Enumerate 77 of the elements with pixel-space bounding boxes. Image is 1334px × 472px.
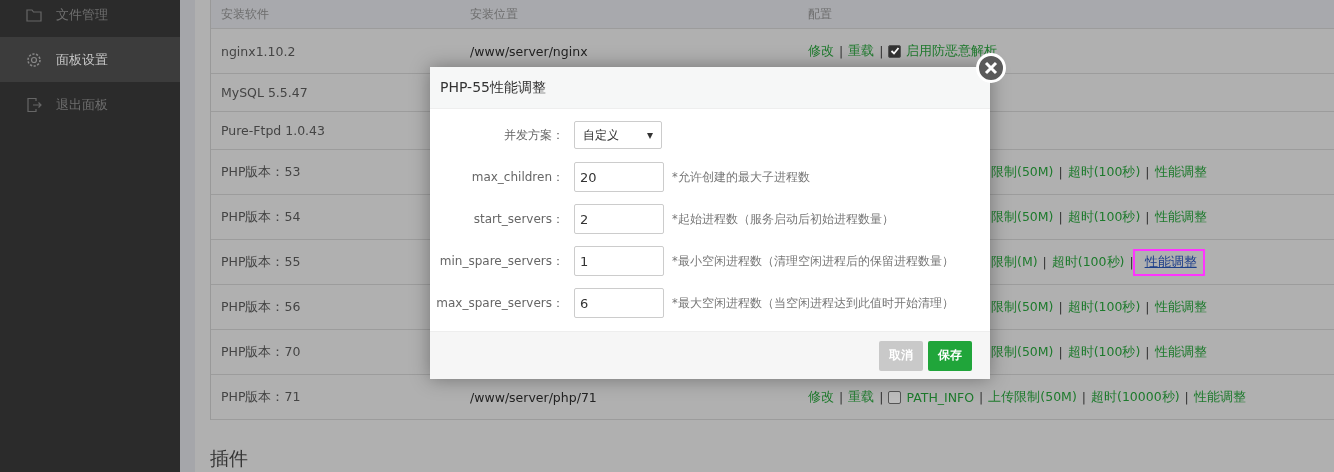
- field-hint: *允许创建的最大子进程数: [672, 169, 810, 185]
- table-cell: PHP版本：54: [221, 208, 301, 224]
- action-link[interactable]: 性能调整: [1193, 388, 1246, 406]
- field-hint: *起始进程数（服务启动后初始进程数量）: [672, 211, 894, 227]
- action-link[interactable]: 限制(M): [991, 253, 1038, 271]
- separator: |: [1184, 389, 1189, 405]
- table-cell: /www/server/php/71: [470, 389, 597, 405]
- action-link[interactable]: 超时(100秒): [1067, 163, 1141, 181]
- action-link[interactable]: 超时(100秒): [1051, 253, 1125, 271]
- action-link[interactable]: 上传限制(50M): [988, 388, 1077, 406]
- separator: |: [1145, 344, 1150, 360]
- action-link[interactable]: 重载: [848, 388, 875, 406]
- sidebar-item[interactable]: 面板设置: [0, 37, 180, 82]
- action-link[interactable]: 性能调整: [1154, 298, 1207, 316]
- action-link[interactable]: 修改: [808, 42, 834, 60]
- table-cell: nginx1.10.2: [221, 43, 296, 59]
- separator: |: [979, 389, 984, 405]
- sidebar-item[interactable]: 文件管理: [0, 0, 180, 37]
- action-link[interactable]: 重载: [848, 42, 875, 60]
- separator: |: [1042, 254, 1047, 270]
- separator: |: [1058, 164, 1063, 180]
- separator: |: [879, 389, 884, 405]
- select-field[interactable]: 自定义 ▾: [574, 121, 662, 149]
- table-cell: PHP版本：70: [221, 343, 301, 359]
- separator: |: [1058, 344, 1063, 360]
- action-link[interactable]: 性能调整: [1144, 253, 1197, 269]
- table-cell: PHP版本：55: [221, 253, 301, 269]
- action-link[interactable]: 超时(100秒): [1067, 208, 1141, 226]
- action-link[interactable]: 限制(50M): [991, 298, 1054, 316]
- action-link[interactable]: 超时(100秒): [1067, 343, 1141, 361]
- separator: |: [839, 43, 844, 59]
- field-hint: *最小空闲进程数（清理空闲进程后的保留进程数量）: [672, 253, 954, 269]
- checkbox[interactable]: [888, 390, 902, 404]
- action-link[interactable]: 限制(50M): [991, 343, 1054, 361]
- gear-icon: [26, 51, 42, 68]
- table-cell: PHP版本：71: [221, 388, 301, 404]
- input-field[interactable]: 6: [574, 288, 664, 318]
- field-label: max_children：: [470, 168, 564, 186]
- input-field[interactable]: 20: [574, 162, 664, 192]
- table-cell: PHP版本：56: [221, 298, 301, 314]
- save-button[interactable]: 保存: [928, 340, 972, 371]
- action-link[interactable]: 性能调整: [1154, 208, 1207, 226]
- input-field[interactable]: 2: [574, 204, 664, 234]
- field-label: 并发方案：: [503, 126, 564, 144]
- checkbox[interactable]: [888, 44, 902, 58]
- separator: |: [1145, 299, 1150, 315]
- folder-icon: [26, 7, 42, 22]
- section-title: 插件: [210, 446, 249, 471]
- action-link[interactable]: 超时(10000秒): [1091, 388, 1180, 406]
- checkbox-label[interactable]: PATH_INFO: [906, 389, 975, 405]
- separator: |: [1081, 389, 1086, 405]
- action-link[interactable]: 修改: [808, 388, 834, 406]
- action-link[interactable]: 性能调整: [1154, 343, 1207, 361]
- field-hint: *最大空闲进程数（当空闲进程达到此值时开始清理）: [672, 295, 954, 311]
- action-link[interactable]: 限制(50M): [991, 163, 1054, 181]
- table-cell: MySQL 5.5.47: [221, 85, 308, 100]
- field-label: min_spare_servers：: [438, 252, 564, 270]
- exit-icon: [26, 96, 42, 113]
- separator: |: [879, 43, 884, 59]
- input-field[interactable]: 1: [574, 246, 664, 276]
- action-link[interactable]: 限制(50M): [991, 208, 1054, 226]
- separator: |: [1058, 209, 1063, 225]
- table-cell: /www/server/nginx: [470, 43, 588, 59]
- column-header: 安装软件: [220, 5, 270, 23]
- action-link[interactable]: 超时(100秒): [1067, 298, 1141, 316]
- dialog-title: PHP-55性能调整: [440, 78, 546, 97]
- action-link[interactable]: 性能调整: [1154, 163, 1207, 181]
- separator: |: [1145, 164, 1150, 180]
- table-cell: Pure-Ftpd 1.0.43: [221, 123, 325, 138]
- field-label: start_servers：: [472, 210, 564, 228]
- separator: |: [1058, 299, 1063, 315]
- table-cell: PHP版本：53: [221, 163, 301, 179]
- separator: |: [1145, 209, 1150, 225]
- separator: |: [839, 389, 844, 405]
- separator: |: [1129, 254, 1134, 270]
- sidebar-item[interactable]: 退出面板: [0, 82, 180, 127]
- field-label: max_spare_servers：: [435, 294, 564, 312]
